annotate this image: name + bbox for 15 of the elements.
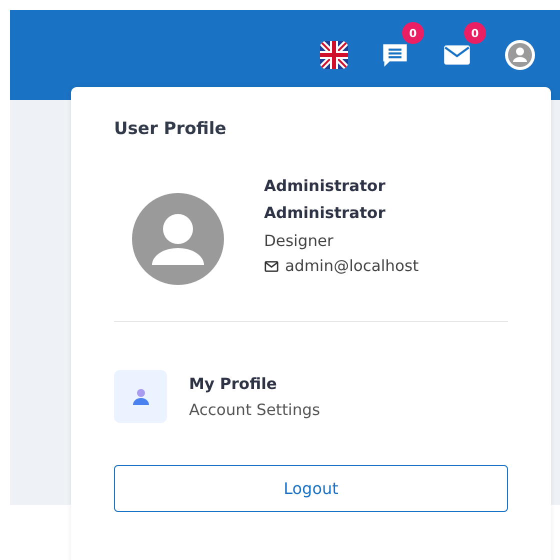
notification-badge: 0 xyxy=(402,22,424,44)
menu-title: User Profile xyxy=(114,119,228,139)
profile-icon xyxy=(114,370,167,423)
user-email: admin@localhost xyxy=(285,257,419,275)
notification-badge: 0 xyxy=(464,22,486,44)
flag-icon[interactable] xyxy=(320,41,348,69)
avatar-icon xyxy=(132,193,224,285)
mail-icon xyxy=(264,258,279,274)
menu-item-title[interactable]: My Profile xyxy=(189,374,320,392)
user-name: Administrator xyxy=(264,203,386,224)
menu-item-subtitle: Account Settings xyxy=(189,400,320,418)
user-role: Designer xyxy=(264,231,334,252)
avatar-icon[interactable] xyxy=(504,39,536,71)
logout-button[interactable]: Logout xyxy=(114,465,508,512)
user-name: Administrator xyxy=(264,176,386,197)
